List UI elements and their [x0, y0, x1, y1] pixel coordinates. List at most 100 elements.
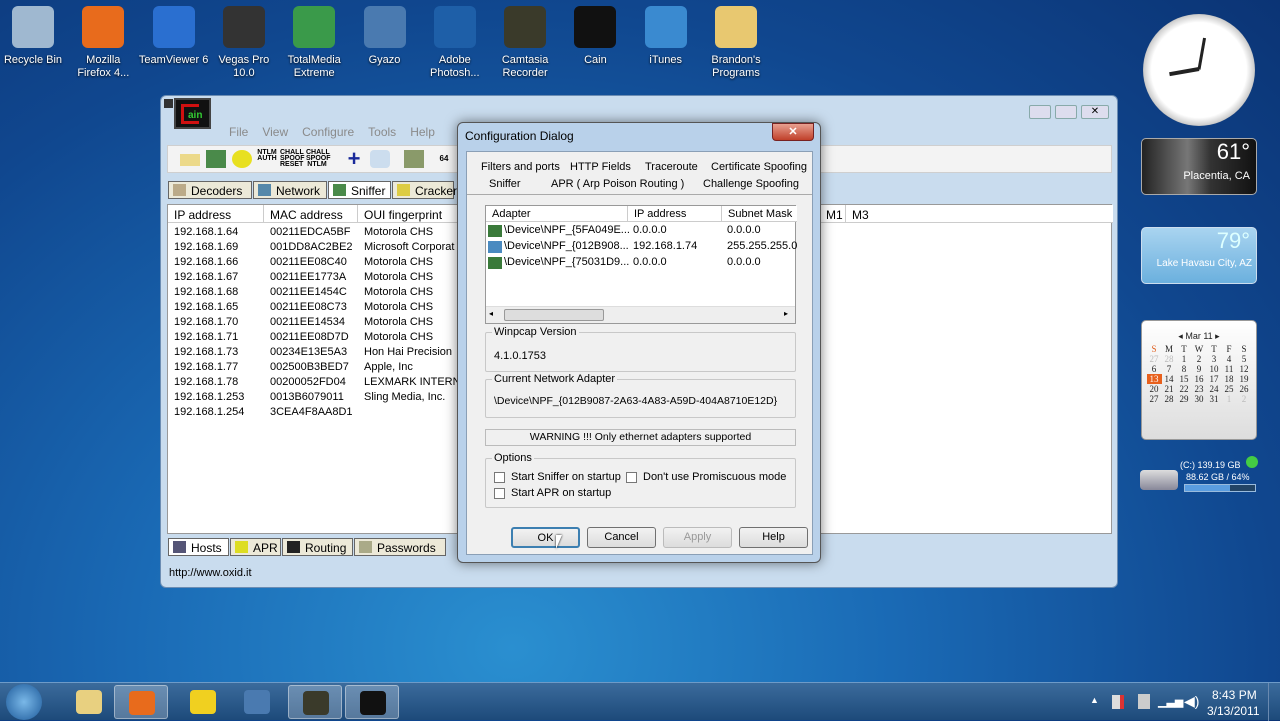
volume-icon[interactable]: ◀)	[1184, 693, 1199, 710]
calendar-day[interactable]: 9	[1192, 364, 1207, 374]
calendar-day[interactable]: 18	[1222, 374, 1237, 384]
tab-sniffer[interactable]: Sniffer	[328, 181, 391, 199]
calendar-day[interactable]: 23	[1192, 384, 1207, 394]
add-icon[interactable]: +	[344, 148, 364, 170]
taskbar-app-cain[interactable]	[345, 685, 399, 719]
calendar-day[interactable]: 30	[1192, 394, 1207, 404]
recycle-icon[interactable]	[370, 150, 390, 168]
calendar-day[interactable]: 12	[1237, 364, 1252, 374]
desktop-icon[interactable]: TotalMedia Extreme	[279, 6, 349, 80]
desktop-icon[interactable]: Recycle Bin	[0, 6, 68, 67]
show-hidden-icons-button[interactable]: ▲	[1090, 695, 1099, 705]
cancel-button[interactable]: Cancel	[587, 527, 656, 548]
column-header-m3[interactable]: M3	[846, 205, 1113, 223]
tab-apr[interactable]: APR	[230, 538, 281, 556]
calendar-day[interactable]: 2	[1192, 354, 1207, 364]
desktop-icon[interactable]: Brandon's Programs	[701, 6, 771, 80]
start-button[interactable]	[6, 684, 42, 720]
calendar-day[interactable]: 1	[1222, 394, 1237, 404]
scroll-left-arrow[interactable]: ◂	[489, 309, 493, 318]
calendar-day[interactable]: 15	[1177, 374, 1192, 384]
dialog-tab[interactable]: Traceroute	[645, 161, 698, 173]
desktop-icon[interactable]: Vegas Pro 10.0	[209, 6, 279, 80]
calendar-day[interactable]: 11	[1222, 364, 1237, 374]
tab-passwords[interactable]: Passwords	[354, 538, 446, 556]
apply-button[interactable]: Apply	[663, 527, 732, 548]
base64-button[interactable]: 64	[434, 150, 454, 168]
apr-radiation-icon[interactable]	[232, 150, 252, 168]
calendar-day[interactable]: 20	[1147, 384, 1162, 394]
weather-gadget-placentia[interactable]: 61° Placentia, CA	[1141, 138, 1257, 195]
tab-cracker[interactable]: Cracker	[392, 181, 457, 199]
ok-button[interactable]: OK	[511, 527, 580, 548]
calendar-day[interactable]: 16	[1192, 374, 1207, 384]
help-button[interactable]: Help	[739, 527, 808, 548]
dialog-tab[interactable]: APR ( Arp Poison Routing )	[551, 178, 684, 190]
calendar-day[interactable]: 31	[1207, 394, 1222, 404]
calendar-day[interactable]: 2	[1237, 394, 1252, 404]
calendar-day[interactable]: 29	[1177, 394, 1192, 404]
action-center-flag-icon[interactable]	[1112, 695, 1124, 709]
desktop-icon[interactable]: Mozilla Firefox 4...	[68, 6, 138, 80]
adapter-row[interactable]: \Device\NPF_{012B908... 192.168.1.74 255.2…	[488, 240, 797, 255]
taskbar-app-firefox[interactable]	[114, 685, 168, 719]
calendar-day[interactable]: 27	[1147, 354, 1162, 364]
refresh-icon[interactable]	[1246, 456, 1258, 468]
calendar-day[interactable]: 28	[1162, 394, 1177, 404]
desktop-icon[interactable]: Camtasia Recorder	[490, 6, 560, 80]
ntlm-auth-button[interactable]: NTLM AUTH	[256, 149, 278, 168]
menu-file[interactable]: File	[229, 125, 248, 139]
clock-gadget[interactable]	[1143, 14, 1255, 126]
calendar-day[interactable]: 10	[1207, 364, 1222, 374]
calendar-day[interactable]: 1	[1177, 354, 1192, 364]
calendar-day[interactable]: 13	[1146, 374, 1162, 384]
calendar-gadget[interactable]: ◂ Mar 11 ▸ S M T W T F S 27 28 1 2 3 4 5 6 7 8 9 10 11 12 13 1…	[1141, 320, 1257, 440]
calendar-day[interactable]: 8	[1177, 364, 1192, 374]
dialog-tab[interactable]: Certificate Spoofing	[711, 161, 807, 173]
tab-network[interactable]: Network	[253, 181, 327, 199]
sniffer-icon[interactable]	[206, 150, 226, 168]
tab-decoders[interactable]: Decoders	[168, 181, 252, 199]
no-promiscuous-checkbox[interactable]: Don't use Promiscuous mode	[626, 471, 786, 483]
maximize-button[interactable]	[1055, 105, 1077, 119]
menu-tools[interactable]: Tools	[368, 125, 396, 139]
chall-spoof-ntlm-button[interactable]: CHALL SPOOF NTLM	[306, 149, 331, 168]
show-desktop-button[interactable]	[1268, 683, 1280, 721]
start-sniffer-checkbox[interactable]: Start Sniffer on startup	[494, 471, 621, 483]
adapter-row[interactable]: \Device\NPF_{5FA049E... 0.0.0.0 0.0.0.0	[488, 224, 793, 239]
calendar-day[interactable]: 6	[1147, 364, 1162, 374]
dialog-tab[interactable]: Filters and ports	[481, 161, 560, 173]
calendar-day[interactable]: 5	[1237, 354, 1252, 364]
horizontal-scrollbar[interactable]: ◂ ▸	[486, 306, 795, 323]
calendar-day[interactable]: 26	[1237, 384, 1252, 394]
calendar-day[interactable]: 7	[1162, 364, 1177, 374]
adapter-row[interactable]: \Device\NPF_{75031D9... 0.0.0.0 0.0.0.0	[488, 256, 793, 271]
column-header-mac[interactable]: MAC address	[264, 205, 358, 223]
calendar-day[interactable]: 28	[1162, 354, 1177, 364]
tab-hosts[interactable]: Hosts	[168, 538, 229, 556]
calendar-day[interactable]: 21	[1162, 384, 1177, 394]
dialog-tab[interactable]: HTTP Fields	[570, 161, 631, 173]
next-month-arrow[interactable]: ▸	[1213, 331, 1220, 341]
dialog-tab[interactable]: Challenge Spoofing	[703, 178, 799, 190]
weather-gadget-lake-havasu[interactable]: 79° Lake Havasu City, AZ	[1141, 227, 1257, 284]
clock-time[interactable]: 8:43 PM	[1212, 688, 1257, 702]
column-header-ip[interactable]: IP address	[168, 205, 264, 223]
menu-configure[interactable]: Configure	[302, 125, 354, 139]
drive-gadget[interactable]: (C:) 139.19 GB 88.62 GB / 64%	[1138, 456, 1258, 496]
calendar-day[interactable]: 3	[1207, 354, 1222, 364]
column-header-m1[interactable]: M1	[820, 205, 846, 223]
minimize-button[interactable]	[1029, 105, 1051, 119]
desktop-icon[interactable]: TeamViewer 6	[139, 6, 209, 67]
taskbar-app-camtasia[interactable]	[288, 685, 342, 719]
menu-help[interactable]: Help	[410, 125, 435, 139]
calendar-day[interactable]: 4	[1222, 354, 1237, 364]
calendar-day[interactable]: 27	[1147, 394, 1162, 404]
taskbar-app-aim[interactable]	[176, 685, 230, 719]
scroll-thumb[interactable]	[504, 309, 604, 321]
power-icon[interactable]	[1138, 694, 1150, 709]
taskbar-app-gyazo[interactable]	[230, 685, 284, 719]
certificate-icon[interactable]	[404, 150, 424, 168]
chall-spoof-reset-button[interactable]: CHALL SPOOF RESET	[280, 149, 305, 168]
calendar-day[interactable]: 14	[1162, 374, 1177, 384]
